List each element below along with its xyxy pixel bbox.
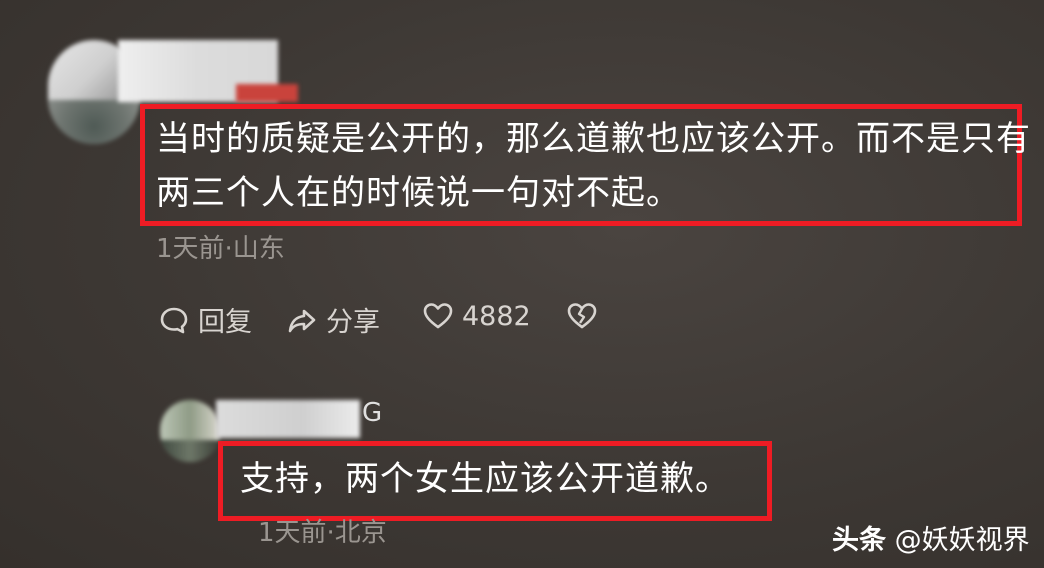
comment-meta: 1天前·山东 — [156, 234, 285, 264]
username-blurred[interactable] — [216, 400, 360, 438]
comment-bubble-icon — [160, 307, 188, 333]
comment-meta: 1天前·北京 — [258, 518, 387, 548]
username-badge-blurred — [236, 84, 298, 102]
watermark-brand: 头条 — [832, 525, 886, 556]
share-label: 分享 — [326, 307, 380, 338]
like-count: 4882 — [462, 300, 531, 332]
username-tail: G — [362, 398, 383, 428]
reply-button[interactable]: 回复 — [158, 300, 252, 339]
avatar[interactable] — [160, 400, 220, 462]
share-arrow-icon — [288, 309, 316, 332]
watermark-handle: @妖妖视界 — [894, 525, 1030, 556]
dislike-button[interactable] — [566, 300, 606, 332]
watermark: 头条 @妖妖视界 — [832, 518, 1030, 557]
comment-text: 支持，两个女生应该公开道歉。 — [240, 459, 730, 499]
comment-text-line2: 两三个人在的时候说一句对不起。 — [156, 173, 681, 213]
reply-label: 回复 — [198, 307, 252, 338]
heart-icon — [423, 303, 453, 329]
like-button[interactable]: 4882 — [422, 300, 531, 332]
broken-heart-icon — [567, 303, 597, 329]
comment-text-line1: 当时的质疑是公开的，那么道歉也应该公开。而不是只有 — [156, 119, 1031, 159]
share-button[interactable]: 分享 — [286, 300, 380, 339]
